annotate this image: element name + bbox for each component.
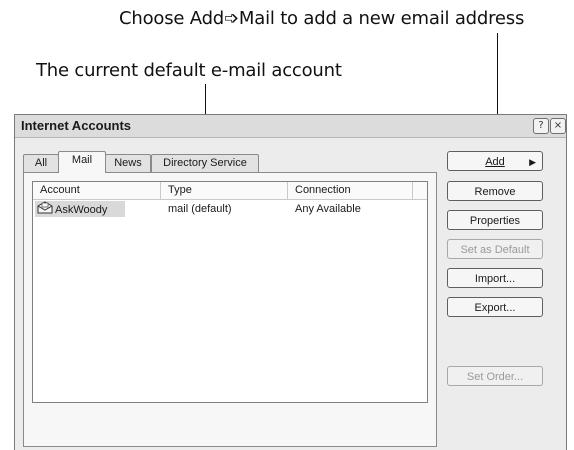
add-mail-callout: Choose Add➩Mail to add a new email addre… (119, 8, 525, 29)
account-cell[interactable]: AskWoody (35, 201, 125, 217)
dialog-titlebar: Internet Accounts ? × (15, 115, 566, 138)
mail-tab-panel: Account Type Connection AskWoody mail (d… (23, 172, 437, 447)
remove-button[interactable]: Remove (447, 181, 543, 201)
set-as-default-button[interactable]: Set as Default (447, 239, 543, 259)
default-account-callout: The current default e-mail account (36, 60, 342, 81)
table-row[interactable]: AskWoody mail (default) Any Available (33, 200, 427, 218)
column-header-type[interactable]: Type (161, 182, 288, 199)
add-button[interactable]: Add ▶ (447, 151, 543, 171)
properties-button[interactable]: Properties (447, 210, 543, 230)
help-icon[interactable]: ? (533, 118, 549, 134)
type-cell: mail (default) (168, 203, 232, 215)
account-name: AskWoody (55, 203, 108, 216)
list-header: Account Type Connection (33, 182, 427, 200)
column-header-connection[interactable]: Connection (288, 182, 413, 199)
internet-accounts-dialog: Internet Accounts ? × All Mail News Dire… (14, 114, 567, 450)
tab-directory-service[interactable]: Directory Service (151, 154, 259, 172)
tab-news[interactable]: News (105, 154, 151, 172)
dialog-title: Internet Accounts (21, 118, 132, 133)
arrow-right-icon: ▶ (529, 157, 536, 167)
tab-mail[interactable]: Mail (58, 151, 106, 173)
import-button[interactable]: Import... (447, 268, 543, 288)
close-icon[interactable]: × (550, 118, 566, 134)
accounts-list[interactable]: Account Type Connection AskWoody mail (d… (32, 181, 428, 403)
add-button-label: Add (485, 156, 505, 168)
column-header-account[interactable]: Account (33, 182, 161, 199)
export-button[interactable]: Export... (447, 297, 543, 317)
set-order-button[interactable]: Set Order... (447, 366, 543, 386)
connection-cell: Any Available (295, 203, 361, 215)
mail-account-icon (37, 201, 53, 219)
tab-all[interactable]: All (23, 154, 59, 172)
